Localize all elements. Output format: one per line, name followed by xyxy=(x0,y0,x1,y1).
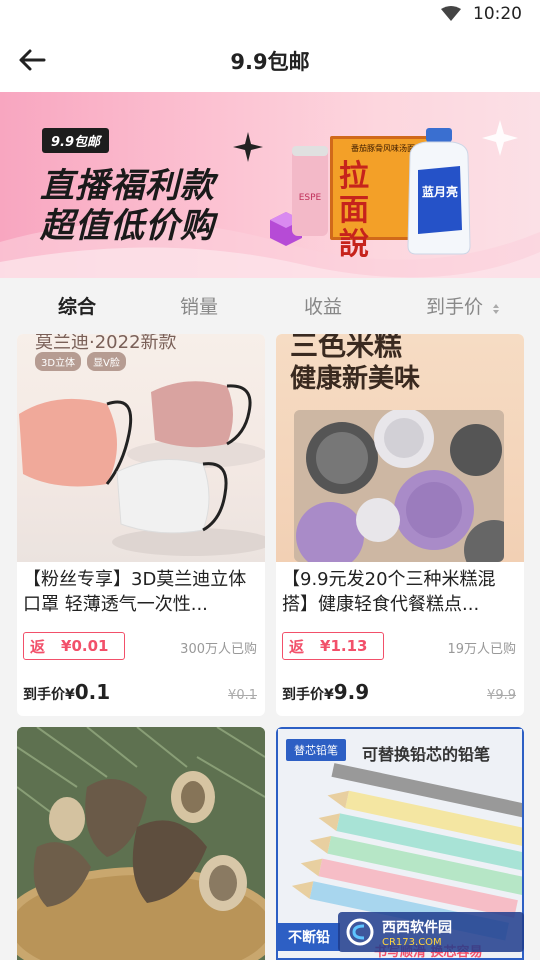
banner-badge: 9.9包邮 xyxy=(42,128,110,153)
watermark-url: CR173.COM xyxy=(382,936,442,948)
sort-arrows-icon xyxy=(493,303,500,314)
masks-illustration xyxy=(19,381,265,556)
tab-sales[interactable]: 销量 xyxy=(180,292,218,319)
product-card[interactable]: 莫兰迪·2022新款 3D立体 显V脸 【粉丝专享】3D莫兰迪立体口罩 轻薄透气… xyxy=(17,334,265,716)
promo-banner[interactable]: ESPE 番茄豚骨风味汤面 拉面說 蓝月亮 9.9包邮 直播福利款 超值低价购 xyxy=(0,92,540,278)
final-price: 到手价¥0.1 xyxy=(23,680,110,704)
product-title: 【9.9元发20个三种米糕混搭】健康轻食代餐糕点... xyxy=(282,569,496,615)
banner-headline-2: 超值低价购 xyxy=(40,206,215,246)
sparkle-icon xyxy=(233,132,263,162)
rebate-badge: 返 ¥1.13 xyxy=(282,632,385,660)
original-price: ¥0.1 xyxy=(228,688,257,703)
watermark-text: 西西软件园 xyxy=(382,919,452,936)
final-price-label: 到手价¥ xyxy=(282,687,334,703)
final-price-label: 到手价¥ xyxy=(23,687,75,703)
bottle-brand: 蓝月亮 xyxy=(422,184,458,199)
original-price: ¥9.9 xyxy=(487,688,516,703)
status-icons: 10:20 xyxy=(441,4,522,24)
product-card[interactable]: 三色米糕 健康新美味 【9.9元发20个三种米糕混搭】健康轻食代餐糕点... 返… xyxy=(276,334,524,716)
sort-tabs: 综合 销量 收益 到手价 xyxy=(0,278,540,334)
product-image: 莫兰迪·2022新款 3D立体 显V脸 xyxy=(17,334,265,562)
final-price-value: 0.1 xyxy=(74,680,111,704)
product-image-corner: 不断铅 xyxy=(278,923,340,951)
site-watermark: 西西软件园 CR173.COM xyxy=(338,912,524,952)
product-card[interactable] xyxy=(17,727,265,960)
product-image-subcaption: 健康新美味 xyxy=(290,364,421,394)
detergent-bottle-image: 蓝月亮 xyxy=(407,128,471,255)
status-time: 10:20 xyxy=(473,4,522,24)
product-image xyxy=(17,727,265,960)
wifi-icon xyxy=(441,6,461,21)
rebate-badge: 返 ¥0.01 xyxy=(23,632,126,660)
noodle-box-text: 拉面說 xyxy=(339,159,369,262)
tab-final-price[interactable]: 到手价 xyxy=(426,292,500,319)
morel-mushrooms-illustration xyxy=(17,727,265,960)
status-bar: 10:20 xyxy=(0,0,540,30)
rebate-value: ¥1.13 xyxy=(320,637,368,655)
rice-cakes-illustration xyxy=(294,410,504,562)
page-title: 9.9包邮 xyxy=(230,50,310,74)
sold-count: 300万人已购 xyxy=(180,642,257,657)
final-price-value: 9.9 xyxy=(333,680,370,704)
product-title: 【粉丝专享】3D莫兰迪立体口罩 轻薄透气一次性... xyxy=(23,569,247,615)
product-image: 三色米糕 健康新美味 xyxy=(276,334,524,562)
drink-can-image: ESPE xyxy=(292,146,328,236)
tab-final-price-label: 到手价 xyxy=(426,296,484,318)
tab-earnings[interactable]: 收益 xyxy=(304,292,342,319)
watermark-logo-icon xyxy=(346,918,374,946)
sold-count: 19万人已购 xyxy=(447,642,516,657)
final-price: 到手价¥9.9 xyxy=(282,680,369,704)
rebate-label: 返 xyxy=(30,637,46,656)
rebate-value: ¥0.01 xyxy=(61,637,109,655)
svg-text:ESPE: ESPE xyxy=(299,193,322,203)
app-bar: 9.9包邮 xyxy=(0,30,540,92)
rebate-label: 返 xyxy=(289,637,305,656)
tab-comprehensive[interactable]: 综合 xyxy=(58,292,96,319)
